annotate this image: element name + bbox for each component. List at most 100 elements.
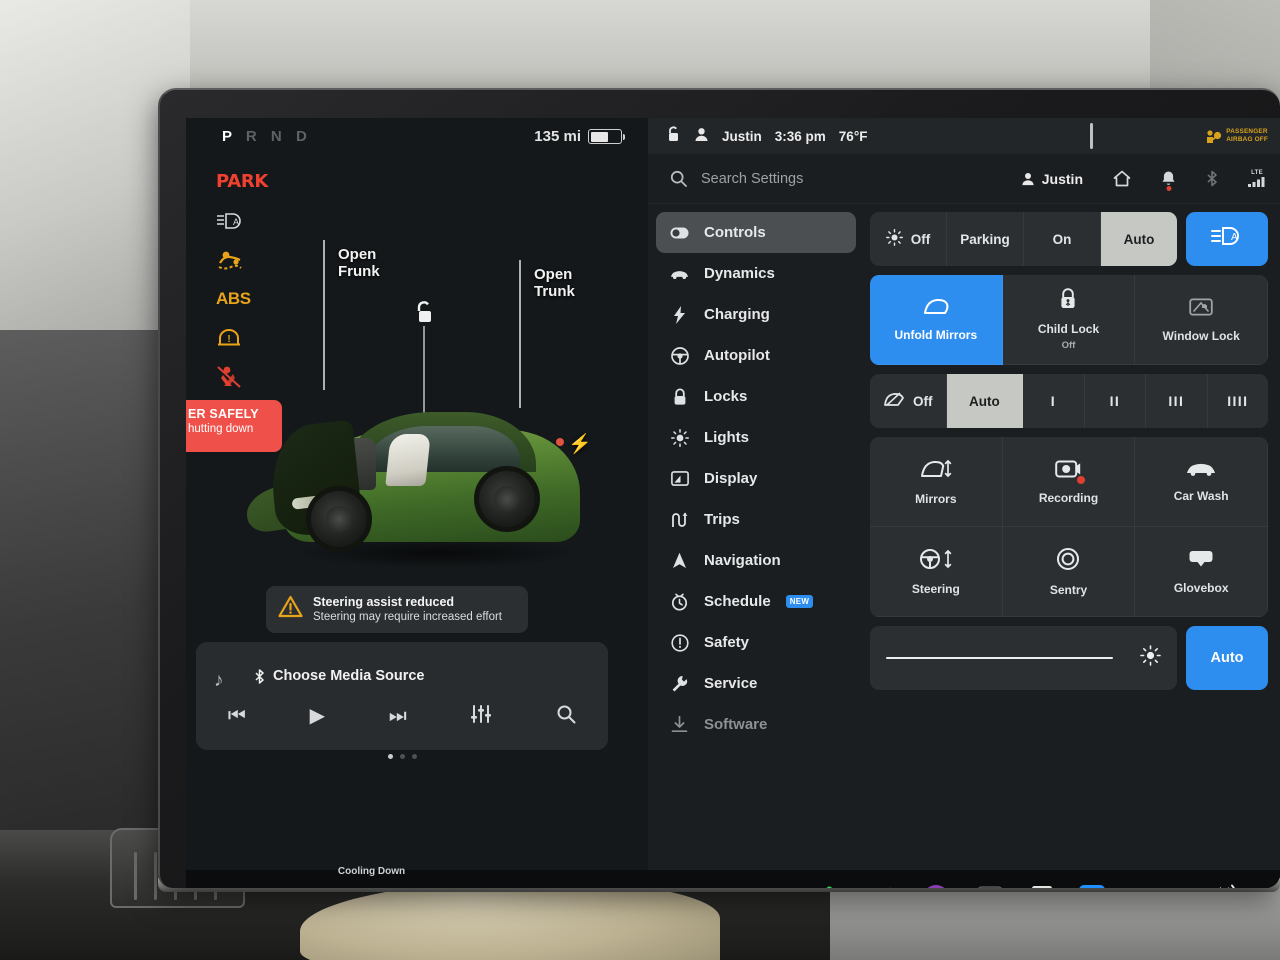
media-page-dots[interactable] [196, 754, 608, 759]
headlight-parking-button[interactable]: Parking [947, 212, 1024, 266]
car-status-button[interactable] [208, 886, 246, 888]
sidebar-item-autopilot[interactable]: Autopilot [656, 335, 856, 376]
sidebar-item-charging[interactable]: Charging [656, 294, 856, 335]
media-play-button[interactable]: ▶ [310, 706, 325, 726]
sun-icon [670, 428, 689, 447]
wiper-speed-2-button[interactable]: II [1085, 374, 1147, 428]
park-indicator: PARK [216, 171, 269, 192]
settings-search-bar[interactable]: Search Settings Justin LTE [648, 154, 1280, 204]
more-apps-icon[interactable] [976, 886, 1004, 888]
download-icon [670, 716, 689, 733]
brightness-slider[interactable] [870, 626, 1177, 690]
account-button[interactable]: Justin [1021, 171, 1083, 187]
window-lock-button[interactable]: Window Lock [1135, 275, 1268, 365]
sidebar-item-software[interactable]: Software [656, 704, 856, 745]
open-trunk-callout[interactable]: Open Trunk [519, 260, 575, 408]
info-card-icon[interactable]: i [1030, 885, 1053, 888]
headlight-auto-button[interactable]: Auto [1101, 212, 1177, 266]
recording-button[interactable]: Recording [1002, 437, 1136, 527]
wiper-speed-3-button[interactable]: III [1146, 374, 1208, 428]
sidebar-item-locks[interactable]: Locks [656, 376, 856, 417]
volume-control[interactable]: ‹ › [1185, 884, 1260, 888]
home-icon[interactable] [1113, 170, 1131, 187]
sidebar-label: Trips [704, 511, 740, 528]
steering-label: Steering [911, 581, 960, 596]
cabin-temperature[interactable]: 68 [357, 883, 387, 889]
window-lock-icon [1189, 297, 1213, 320]
child-lock-button[interactable]: Child Lock Off [1002, 275, 1136, 365]
wiper-auto-label: Auto [968, 393, 1000, 409]
lights-row: Off Parking On Auto A [870, 212, 1268, 266]
sidebar-label: Display [704, 470, 758, 487]
vehicle-render[interactable]: ⚡ [238, 386, 610, 586]
driver-status-panel: P R N D 135 mi PARK A ABS ! ER SAFELY hu… [186, 118, 648, 870]
volume-icon[interactable] [1207, 884, 1237, 888]
sidebar-item-service[interactable]: Service [656, 663, 856, 704]
bluetooth-icon[interactable] [1206, 170, 1218, 187]
sidebar-item-navigation[interactable]: Navigation [656, 540, 856, 581]
headlight-on-button[interactable]: On [1024, 212, 1101, 266]
mirrors-label: Mirrors [915, 491, 957, 506]
sidebar-item-controls[interactable]: Controls [656, 212, 856, 253]
unlock-icon[interactable] [666, 126, 681, 146]
media-search-icon[interactable] [556, 704, 576, 728]
wiper-speed-4-label: IIII [1227, 393, 1249, 409]
glovebox-button[interactable]: Glovebox [1135, 527, 1268, 617]
headlight-icon [885, 229, 903, 249]
wiper-off-button[interactable]: Off [870, 374, 947, 428]
dashcam-icon[interactable] [922, 884, 950, 888]
phone-icon[interactable] [822, 885, 848, 888]
mirror-lock-grid: Unfold Mirrors Child Lock Off Window Loc… [870, 275, 1268, 365]
driver-name[interactable]: Justin [722, 129, 762, 144]
steering-adjust-button[interactable]: Steering [870, 527, 1003, 617]
person-icon[interactable] [694, 127, 709, 145]
car-wash-icon [1185, 460, 1217, 480]
bluetooth-icon [255, 668, 264, 684]
brightness-auto-button[interactable]: Auto [1186, 626, 1268, 690]
sidebar-item-display[interactable]: Display [656, 458, 856, 499]
brightness-icon [1140, 645, 1161, 671]
warning-triangle-icon [278, 595, 303, 623]
settings-body: Controls Dynamics Charging Autopilot Loc… [648, 204, 1280, 870]
window-lock-label: Window Lock [1162, 328, 1240, 343]
gear-drive: D [295, 128, 312, 145]
media-player-card[interactable]: ♪ Choose Media Source ⏮ ▶ ⏭ [196, 642, 608, 759]
open-frunk-callout[interactable]: Open Frunk [323, 240, 380, 390]
car-wash-button[interactable]: Car Wash [1135, 437, 1268, 527]
media-prev-button[interactable]: ⏮ [228, 706, 246, 726]
brightness-fill [886, 656, 1114, 660]
brightness-track[interactable] [886, 656, 1128, 660]
sidebar-item-safety[interactable]: Safety [656, 622, 856, 663]
search-icon[interactable] [670, 170, 687, 187]
notification-dot [1166, 186, 1171, 191]
search-input[interactable]: Search Settings [701, 171, 1007, 187]
toybox-icon[interactable] [1131, 885, 1159, 888]
unfold-mirrors-button[interactable]: Unfold Mirrors [870, 275, 1003, 365]
sidebar-item-dynamics[interactable]: Dynamics [656, 253, 856, 294]
mirrors-adjust-button[interactable]: Mirrors [870, 437, 1003, 527]
steering-warning-card[interactable]: Steering assist reduced Steering may req… [266, 586, 528, 633]
media-source-button[interactable]: Choose Media Source [254, 668, 424, 684]
new-badge: NEW [785, 595, 814, 608]
wiper-auto-button[interactable]: Auto [946, 374, 1024, 428]
bluetooth-app-icon[interactable] [1079, 885, 1105, 888]
sidebar-item-trips[interactable]: Trips [656, 499, 856, 540]
equalizer-icon[interactable] [470, 704, 492, 728]
sidebar-item-lights[interactable]: Lights [656, 417, 856, 458]
wiper-speed-1-button[interactable]: I [1023, 374, 1085, 428]
media-next-button[interactable]: ⏭ [389, 706, 407, 726]
unlock-callout[interactable] [413, 300, 435, 434]
headlight-off-button[interactable]: Off [870, 212, 947, 266]
sidebar-label: Lights [704, 429, 749, 446]
shuffle-icon[interactable] [874, 887, 896, 888]
wiper-speed-4-button[interactable]: IIII [1208, 374, 1268, 428]
bell-icon[interactable] [1161, 170, 1176, 191]
sentry-button[interactable]: Sentry [1002, 527, 1136, 617]
sidebar-label: Software [704, 716, 768, 733]
steering-adjust-icon [919, 548, 953, 573]
sidebar-item-schedule[interactable]: Schedule NEW [656, 581, 856, 622]
climate-control[interactable]: Cooling Down ‹ 68 › [338, 866, 405, 889]
gear-indicator: P R N D [222, 128, 312, 145]
child-lock-icon [1059, 288, 1077, 313]
auto-highbeam-button[interactable]: A [1186, 212, 1268, 266]
